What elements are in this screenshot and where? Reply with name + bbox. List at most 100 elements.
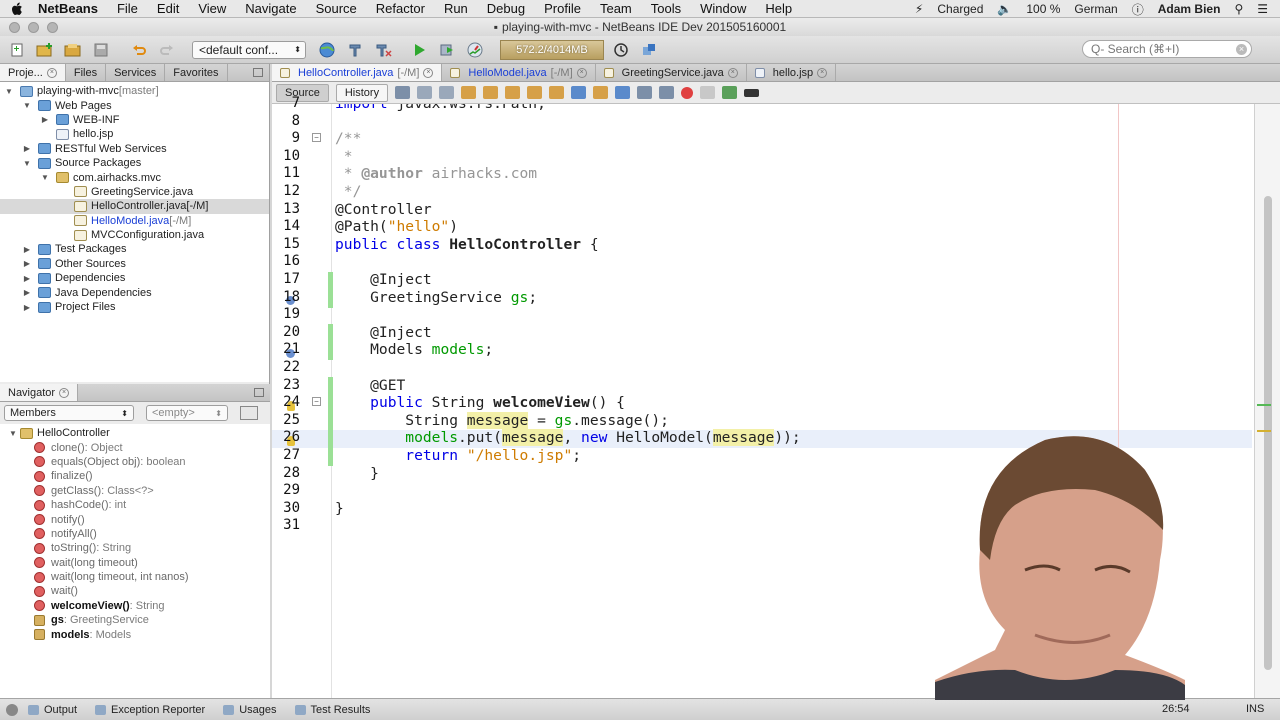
expand-toggle-icon[interactable]: ▶ <box>22 245 32 254</box>
gc-icon[interactable] <box>610 39 632 61</box>
find-previous-icon[interactable] <box>483 86 499 99</box>
code-line[interactable]: import javax.ws.rs.Path; <box>335 104 546 113</box>
navigator-member[interactable]: welcomeView() : String <box>0 599 270 613</box>
find-icon[interactable] <box>461 86 477 99</box>
vertical-scrollbar[interactable] <box>1254 104 1280 698</box>
navigator-member[interactable]: wait(long timeout, int nanos) <box>0 570 270 584</box>
expand-toggle-icon[interactable]: ▼ <box>4 87 14 96</box>
expand-toggle-icon[interactable]: ▶ <box>22 144 32 153</box>
build-icon[interactable] <box>344 39 366 61</box>
notification-icon[interactable]: ☰ <box>1257 2 1268 16</box>
input-source[interactable]: German <box>1074 2 1117 16</box>
close-tab-icon[interactable]: × <box>817 67 828 78</box>
zoom-window-button[interactable] <box>47 22 58 33</box>
shift-left-icon[interactable] <box>637 86 653 99</box>
tree-item[interactable]: ▶ Other Sources <box>0 257 269 271</box>
tree-item[interactable]: hello.jsp <box>0 127 269 141</box>
undo-icon[interactable] <box>128 39 150 61</box>
code-line[interactable]: @GET <box>335 377 405 395</box>
code-line[interactable]: * <box>335 148 353 166</box>
scroll-thumb[interactable] <box>1264 196 1272 670</box>
navigator-member[interactable]: notify() <box>0 512 270 526</box>
editor-tab[interactable]: GreetingService.java × <box>596 64 747 81</box>
clear-search-icon[interactable]: × <box>1236 44 1247 55</box>
minimize-pane-icon[interactable] <box>254 388 264 397</box>
menu-profile[interactable]: Profile <box>544 1 581 16</box>
menu-edit[interactable]: Edit <box>157 1 179 16</box>
tree-item[interactable]: ▶ Dependencies <box>0 271 269 285</box>
navigator-member[interactable]: finalize() <box>0 469 270 483</box>
navigator-member[interactable]: clone() : Object <box>0 440 270 454</box>
new-project-icon[interactable] <box>34 39 56 61</box>
comment-icon[interactable] <box>722 86 738 99</box>
find-next-icon[interactable] <box>505 86 521 99</box>
tree-item[interactable]: GreetingService.java <box>0 185 269 199</box>
configuration-select[interactable]: <default conf... ⬍ <box>192 40 306 59</box>
menu-app-name[interactable]: NetBeans <box>38 1 98 16</box>
run-icon[interactable] <box>408 39 430 61</box>
save-all-icon[interactable] <box>90 39 112 61</box>
fold-toggle-icon[interactable]: − <box>312 133 321 142</box>
tree-item[interactable]: ▼ Web Pages <box>0 98 269 112</box>
menu-run[interactable]: Run <box>444 1 468 16</box>
tree-item[interactable]: ▶ RESTful Web Services <box>0 142 269 156</box>
close-tab-icon[interactable]: × <box>576 67 587 78</box>
menu-debug[interactable]: Debug <box>487 1 525 16</box>
tab-files[interactable]: Files <box>66 64 107 81</box>
exception-reporter-button[interactable]: Exception Reporter <box>95 704 205 716</box>
close-window-button[interactable] <box>9 22 20 33</box>
profile-icon[interactable] <box>464 39 486 61</box>
redo-icon[interactable] <box>156 39 178 61</box>
navigator-member[interactable]: wait() <box>0 584 270 598</box>
test-results-button[interactable]: Test Results <box>294 704 370 716</box>
expand-toggle-icon[interactable]: ▼ <box>22 159 32 168</box>
code-line[interactable]: */ <box>335 183 362 201</box>
expand-toggle-icon[interactable]: ▶ <box>22 288 32 297</box>
tree-item[interactable]: ▼ Source Packages <box>0 156 269 170</box>
user-name[interactable]: Adam Bien <box>1158 2 1221 16</box>
code-line[interactable]: * @author airhacks.com <box>335 165 537 183</box>
code-line[interactable]: @Path("hello") <box>335 218 458 236</box>
battery-label[interactable]: Charged <box>937 2 983 16</box>
code-line[interactable]: /** <box>335 130 361 148</box>
tab-navigator[interactable]: Navigator × <box>0 384 79 401</box>
last-edit-icon[interactable] <box>395 86 411 99</box>
navigator-member[interactable]: equals(Object obj) : boolean <box>0 455 270 469</box>
members-filter-select[interactable]: Members ⬍ <box>4 405 134 421</box>
menu-view[interactable]: View <box>198 1 226 16</box>
navigator-member[interactable]: getClass() : Class<?> <box>0 484 270 498</box>
menu-file[interactable]: File <box>117 1 138 16</box>
debug-icon[interactable] <box>436 39 458 61</box>
empty-select[interactable]: <empty> ⬍ <box>146 405 228 421</box>
editor-tab[interactable]: HelloModel.java [-/M] × <box>442 64 596 81</box>
tree-item[interactable]: ▶ Test Packages <box>0 242 269 256</box>
tree-item[interactable]: ▶ WEB-INF <box>0 113 269 127</box>
search-field[interactable]: Q- Search (⌘+I) × <box>1082 40 1252 58</box>
menu-navigate[interactable]: Navigate <box>245 1 296 16</box>
select-icon[interactable] <box>549 86 565 99</box>
memory-usage-indicator[interactable]: 572.2/4014MB <box>500 39 604 60</box>
code-line[interactable]: @Controller <box>335 201 432 219</box>
volume-icon[interactable]: 🔈 <box>997 2 1012 16</box>
code-line[interactable]: @Inject <box>335 271 432 289</box>
shift-right-icon[interactable] <box>659 86 675 99</box>
tree-item[interactable]: ▼ com.airhacks.mvc <box>0 170 269 184</box>
battery-icon[interactable]: ⚡ <box>915 2 923 16</box>
close-tab-icon[interactable]: × <box>727 67 738 78</box>
code-line[interactable]: } <box>335 500 344 518</box>
toggle-bookmark-icon[interactable] <box>615 86 631 99</box>
code-line[interactable]: public class HelloController { <box>335 236 599 254</box>
apple-icon[interactable] <box>10 2 24 16</box>
tab-services[interactable]: Services <box>106 64 166 81</box>
history-view-button[interactable]: History <box>335 83 389 102</box>
expand-toggle-icon[interactable]: ▶ <box>22 274 32 283</box>
expand-toggle-icon[interactable]: ▶ <box>40 115 50 124</box>
expand-toggle-icon[interactable]: ▼ <box>40 173 50 182</box>
code-line[interactable]: Models models; <box>335 341 493 359</box>
fold-toggle-icon[interactable]: − <box>312 397 321 406</box>
record-macro-icon[interactable] <box>681 86 694 99</box>
tab-favorites[interactable]: Favorites <box>165 64 228 81</box>
expand-toggle-icon[interactable]: ▶ <box>22 303 32 312</box>
notifications-icon[interactable] <box>6 703 18 716</box>
tree-item[interactable]: ▶ Java Dependencies <box>0 285 269 299</box>
